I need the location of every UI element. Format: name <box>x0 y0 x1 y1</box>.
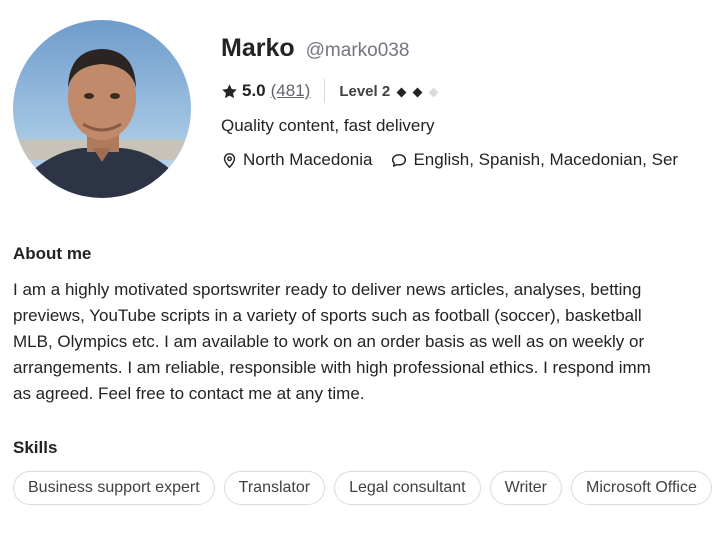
skills-heading: Skills <box>13 438 58 457</box>
location-pin-icon <box>221 152 243 169</box>
skill-chip[interactable]: Translator <box>223 471 326 505</box>
star-icon <box>221 83 238 100</box>
speech-bubble-icon <box>390 152 413 169</box>
skill-chip[interactable]: Business support expert <box>13 471 215 505</box>
languages: English, Spanish, Macedonian, Ser <box>390 150 678 170</box>
location-text: North Macedonia <box>243 150 373 169</box>
about-line: MLB, Olympics etc. I am available to wor… <box>13 332 645 351</box>
about-line: previews, YouTube scripts in a variety o… <box>13 306 642 325</box>
level-diamond-icon <box>396 87 407 98</box>
profile-username: @marko038 <box>305 40 410 61</box>
level-indicator <box>394 81 439 101</box>
level-diamond-icon <box>428 87 439 98</box>
about-heading: About me <box>13 244 92 263</box>
skills-list: Business support expert Translator Legal… <box>13 471 720 505</box>
seller-level: Level 2 <box>339 82 391 100</box>
divider <box>324 79 326 103</box>
profile-meta: North Macedonia English, Spanish, Macedo… <box>221 150 678 170</box>
level-diamond-icon <box>412 87 423 98</box>
rating-row: 5.0 (481) Level 2 <box>221 78 439 104</box>
location: North Macedonia <box>221 150 372 170</box>
about-line: arrangements. I am reliable, responsible… <box>13 358 651 377</box>
profile-header: Marko @marko038 <box>221 34 409 63</box>
skill-chip[interactable]: Microsoft Office <box>571 471 712 505</box>
about-line: I am a highly motivated sportswriter rea… <box>13 280 642 299</box>
profile-avatar[interactable] <box>13 20 191 198</box>
skill-chip[interactable]: Writer <box>489 471 562 505</box>
languages-text: English, Spanish, Macedonian, Ser <box>413 150 679 169</box>
review-count-link[interactable]: (481) <box>271 81 311 101</box>
profile-name: Marko <box>221 34 295 62</box>
profile-tagline: Quality content, fast delivery <box>221 116 435 135</box>
rating-score: 5.0 <box>242 81 266 100</box>
skill-chip[interactable]: Legal consultant <box>334 471 481 505</box>
avatar-photo <box>13 20 191 198</box>
about-line: as agreed. Feel free to contact me at an… <box>13 384 365 403</box>
about-description: I am a highly motivated sportswriter rea… <box>13 277 720 407</box>
